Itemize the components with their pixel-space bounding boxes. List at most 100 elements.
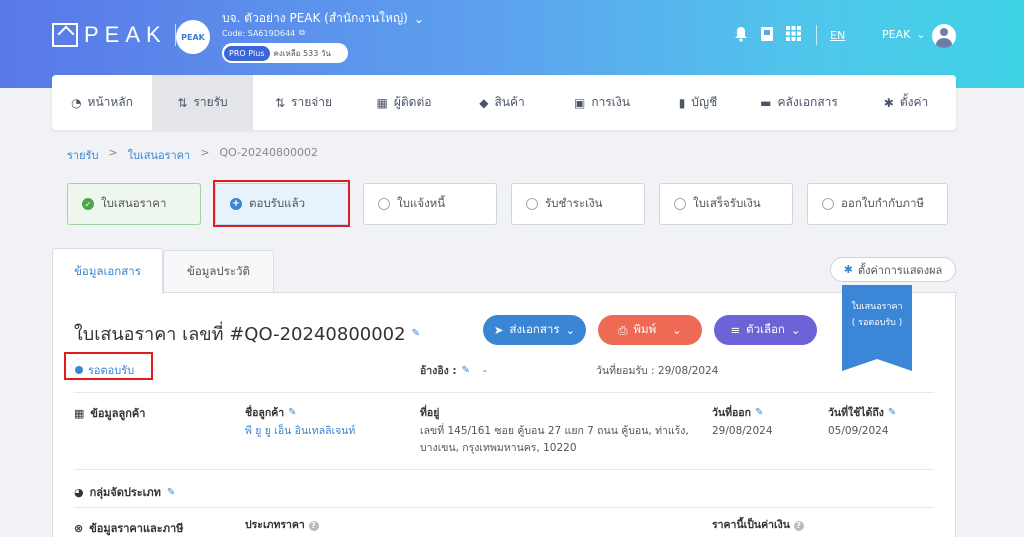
main-nav: ◔ หน้าหลัก ⇅ รายรับ ⇅ รายจ่าย ▦ ผู้ติดต่…	[52, 75, 956, 130]
nav-documents[interactable]: ▬ คลังเอกสาร	[742, 75, 856, 130]
highlight-box	[213, 180, 350, 227]
step-label: ใบแจ้งหนี้	[397, 196, 446, 210]
section-title: ข้อมูลลูกค้า	[90, 407, 146, 420]
send-icon: ➤	[493, 323, 504, 337]
language-switch[interactable]: EN	[830, 29, 845, 42]
step-receipt[interactable]: ใบเสร็จรับเงิน	[659, 183, 793, 225]
tab-label: ข้อมูลประวัติ	[187, 263, 250, 278]
field-label: ประเภทราคา	[245, 519, 305, 531]
reference-label: อ้างอิง :	[420, 365, 457, 377]
tab-document-info[interactable]: ข้อมูลเอกสาร	[52, 248, 163, 294]
nav-label: รายรับ	[193, 95, 228, 109]
pencil-icon[interactable]: ✎	[288, 407, 296, 418]
company-switcher[interactable]: บจ. ตัวอย่าง PEAK (สำนักงานใหญ่) ⌄	[222, 9, 424, 28]
empty-circle-icon	[526, 198, 538, 210]
step-quotation[interactable]: ✓ ใบเสนอราคา	[67, 183, 201, 225]
nav-settings[interactable]: ✱ ตั้งค่า	[856, 75, 956, 130]
step-tax-invoice[interactable]: ออกใบกำกับภาษี	[807, 183, 948, 225]
step-payment[interactable]: รับชำระเงิน	[511, 183, 645, 225]
customer-info-icon: ▦	[74, 406, 85, 420]
divider	[74, 469, 934, 470]
check-circle-icon: ✓	[82, 198, 94, 210]
money-icon: ▣	[574, 95, 586, 110]
plan-pill: PRO Plus คงเหลือ 533 วัน	[222, 43, 348, 63]
nav-finance[interactable]: ▣ การเงิน	[550, 75, 654, 130]
close-circle-icon: ⊗	[74, 521, 84, 535]
book-icon[interactable]	[760, 26, 774, 46]
help-icon[interactable]: ?	[308, 521, 319, 531]
nav-label: รายจ่าย	[291, 95, 333, 109]
bell-icon[interactable]	[734, 26, 748, 46]
pencil-icon[interactable]: ✎	[167, 487, 175, 498]
step-invoice[interactable]: ใบแจ้งหนี้	[363, 183, 497, 225]
list-icon: ≡	[730, 323, 741, 337]
currency-label: ราคานี้เป็นค่าเงิน ?	[712, 517, 804, 534]
nav-label: การเงิน	[591, 95, 630, 109]
display-settings-button[interactable]: ✱ ตั้งค่าการแสดงผล	[830, 257, 956, 282]
reference-field: อ้างอิง : ✎ -	[420, 362, 487, 379]
document-title: ใบเสนอราคา เลขที่ #QO-20240800002	[74, 324, 406, 345]
empty-circle-icon	[822, 198, 834, 210]
chevron-down-icon: ⌄	[413, 11, 424, 26]
section-title: กลุ่มจัดประเภท	[89, 486, 161, 499]
pencil-icon[interactable]: ✎	[755, 407, 763, 418]
chart-icon: ◔	[71, 95, 82, 110]
copy-icon[interactable]: ⧉	[299, 28, 305, 38]
nav-products[interactable]: ◆ สินค้า	[454, 75, 550, 130]
breadcrumb-current: QO-20240800002	[219, 146, 319, 159]
pencil-icon[interactable]: ✎	[888, 407, 896, 418]
display-settings-label: ตั้งค่าการแสดงผล	[857, 263, 943, 277]
nav-label: หน้าหลัก	[87, 95, 133, 109]
send-document-button[interactable]: ➤ ส่งเอกสาร ⌄	[483, 315, 586, 345]
customer-name-link[interactable]: พี ยู ยู เอ็น อินเทลลิเจนท์	[245, 423, 355, 440]
empty-circle-icon	[674, 198, 686, 210]
nav-income[interactable]: ⇅ รายรับ	[152, 75, 253, 130]
pencil-icon[interactable]: ✎	[412, 328, 420, 339]
user-menu[interactable]: PEAK ⌄	[882, 28, 926, 41]
peak-logo-mark-icon	[52, 23, 78, 47]
address-label: ที่อยู่	[420, 404, 439, 421]
folder-icon: ▬	[760, 95, 772, 110]
divider	[74, 507, 934, 508]
category-section-heading: ◕ กลุ่มจัดประเภท ✎	[74, 483, 175, 501]
accept-date-text: วันที่ยอมรับ : 29/08/2024	[596, 365, 719, 377]
company-code-row: Code: SA619D644 ⧉	[222, 28, 305, 38]
breadcrumb-separator: >	[108, 146, 118, 159]
chevron-down-icon: ⌄	[565, 323, 576, 337]
print-button[interactable]: ⎙ พิมพ์ ⌄	[598, 315, 702, 345]
nav-contacts[interactable]: ▦ ผู้ติดต่อ	[354, 75, 454, 130]
peak-logo[interactable]: PEAK	[52, 22, 176, 48]
company-logo-text: PEAK	[181, 32, 205, 42]
header-divider	[816, 25, 817, 45]
tab-history[interactable]: ข้อมูลประวัติ	[163, 250, 274, 293]
pricing-section-heading: ⊗ ข้อมูลราคาและภาษี	[74, 519, 183, 537]
step-label: ใบเสนอราคา	[101, 196, 167, 210]
help-icon[interactable]: ?	[793, 521, 804, 531]
chevron-down-icon: ⌄	[916, 28, 926, 41]
options-button[interactable]: ≡ ตัวเลือก ⌄	[714, 315, 817, 345]
user-avatar[interactable]	[932, 24, 956, 48]
printer-icon: ⎙	[618, 322, 628, 337]
nav-home[interactable]: ◔ หน้าหลัก	[52, 75, 152, 130]
gear-icon: ✱	[883, 95, 894, 110]
company-name: บจ. ตัวอย่าง PEAK (สำนักงานใหญ่)	[222, 11, 408, 25]
apps-grid-icon[interactable]	[786, 26, 801, 45]
price-type-label: ประเภทราคา ?	[245, 517, 319, 534]
breadcrumb-separator: >	[200, 146, 210, 159]
breadcrumb-quotation[interactable]: ใบเสนอราคา	[128, 146, 191, 164]
plan-days-left: คงเหลือ 533 วัน	[273, 48, 331, 58]
issue-date: 29/08/2024	[712, 425, 773, 437]
nav-accounting[interactable]: ▮ บัญชี	[654, 75, 742, 130]
nav-expense[interactable]: ⇅ รายจ่าย	[253, 75, 354, 130]
address-line: บางเขน, กรุงเทพมหานคร, 10220	[420, 442, 577, 454]
field-label: วันที่ใช้ได้ถึง	[828, 407, 884, 419]
customer-section-heading: ▦ ข้อมูลลูกค้า	[74, 404, 145, 422]
company-code: Code: SA619D644	[222, 28, 296, 38]
field-label: ที่อยู่	[420, 407, 440, 419]
customer-name-label: ชื่อลูกค้า ✎	[245, 404, 297, 421]
pie-chart-icon: ◕	[74, 485, 84, 499]
company-logo-avatar[interactable]: PEAK	[176, 20, 210, 54]
pencil-icon[interactable]: ✎	[462, 365, 470, 376]
highlight-box	[64, 352, 153, 380]
breadcrumb-income[interactable]: รายรับ	[67, 146, 98, 164]
